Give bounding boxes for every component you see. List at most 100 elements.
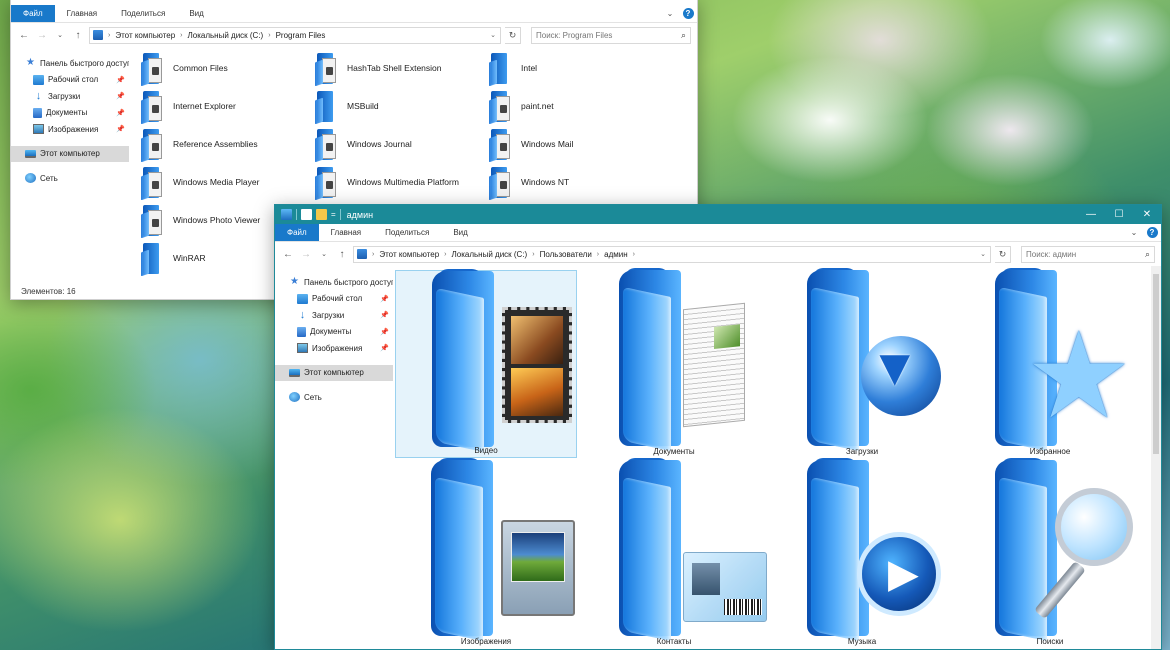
tab-file[interactable]: Файл <box>11 5 55 22</box>
breadcrumb-local-disk[interactable]: Локальный диск (C:) <box>452 250 528 259</box>
nav-downloads[interactable]: ↓ Загрузки 📌 <box>275 307 393 324</box>
nav-pictures[interactable]: Изображения 📌 <box>275 340 393 357</box>
nav-network[interactable]: Сеть <box>275 389 393 406</box>
refresh-button[interactable]: ↻ <box>505 26 521 44</box>
folder-item[interactable]: Internet Explorer <box>141 89 236 125</box>
folder-item[interactable]: Windows Mail <box>489 127 573 163</box>
path-dropdown-icon[interactable]: ⌄ <box>486 31 500 39</box>
folder-item[interactable]: Windows Journal <box>315 127 412 163</box>
nav-network[interactable]: Сеть <box>11 170 129 187</box>
nav-this-pc[interactable]: Этот компьютер <box>275 364 393 381</box>
folder-icon <box>141 127 163 163</box>
refresh-button[interactable]: ↻ <box>995 245 1011 263</box>
breadcrumb-program-files[interactable]: Program Files <box>276 31 326 40</box>
nav-documents[interactable]: Документы 📌 <box>275 324 393 341</box>
tab-home[interactable]: Главная <box>55 5 109 22</box>
folder-documents[interactable]: Документы <box>583 268 765 458</box>
downloads-folder-icon <box>807 268 941 452</box>
close-button[interactable]: ✕ <box>1133 205 1161 224</box>
breadcrumb-this-pc[interactable]: Этот компьютер <box>379 250 439 259</box>
breadcrumb-admin[interactable]: админ <box>604 250 628 259</box>
folder-item[interactable]: Windows NT <box>489 165 569 201</box>
help-icon[interactable]: ? <box>682 8 694 19</box>
recent-locations-icon[interactable]: ⌄ <box>53 31 67 39</box>
folder-contacts[interactable]: Контакты <box>583 458 767 648</box>
search-input[interactable] <box>1026 249 1145 259</box>
folder-icon <box>315 165 337 201</box>
ribbon-tabs: Файл Главная Поделиться Вид ⌄ ? <box>275 224 1161 242</box>
tab-view[interactable]: Вид <box>441 224 479 241</box>
folder-item[interactable]: Windows Multimedia Platform <box>315 165 459 201</box>
favorites-folder-icon: ★ <box>995 268 1133 452</box>
tab-share[interactable]: Поделиться <box>109 5 177 22</box>
new-folder-icon[interactable] <box>316 209 327 220</box>
folder-favorites[interactable]: ★ Избранное <box>959 268 1141 458</box>
customize-toolbar-icon[interactable]: = <box>331 210 336 219</box>
back-button[interactable]: ← <box>17 30 31 41</box>
path-field[interactable]: › Этот компьютер › Локальный диск (C:) ›… <box>353 245 991 263</box>
breadcrumb-local-disk[interactable]: Локальный диск (C:) <box>188 31 264 40</box>
pictures-folder-icon <box>431 458 575 642</box>
address-bar: ← → ⌄ ↑ › Этот компьютер › Локальный дис… <box>11 23 697 47</box>
folder-item[interactable]: Windows Media Player <box>141 165 259 201</box>
maximize-button[interactable]: ☐ <box>1105 205 1133 224</box>
vertical-scrollbar[interactable] <box>1151 266 1161 649</box>
folder-item[interactable]: Windows Photo Viewer <box>141 203 260 239</box>
minimize-button[interactable]: — <box>1077 205 1105 224</box>
explorer-window-admin[interactable]: = админ — ☐ ✕ Файл Главная Поделиться Ви… <box>274 204 1162 650</box>
tab-file[interactable]: Файл <box>275 224 319 241</box>
nav-quick-access[interactable]: ★ Панель быстрого доступа <box>275 274 393 291</box>
tab-home[interactable]: Главная <box>319 224 373 241</box>
forward-button[interactable]: → <box>35 30 49 41</box>
nav-quick-access[interactable]: ★ Панель быстрого доступа <box>11 55 129 72</box>
search-input[interactable] <box>536 30 681 40</box>
help-icon[interactable]: ? <box>1146 227 1158 238</box>
up-button[interactable]: ↑ <box>71 30 85 41</box>
ribbon-tabs: Файл Главная Поделиться Вид ⌄ ? <box>11 5 697 23</box>
music-folder-icon <box>807 458 941 642</box>
folder-searches[interactable]: Поиски <box>959 458 1141 648</box>
star-icon: ★ <box>290 276 299 288</box>
recent-locations-icon[interactable]: ⌄ <box>317 250 331 258</box>
nav-desktop[interactable]: Рабочий стол 📌 <box>11 72 129 89</box>
tab-view[interactable]: Вид <box>177 5 215 22</box>
folder-icon <box>141 241 163 277</box>
folder-item[interactable]: HashTab Shell Extension <box>315 51 442 87</box>
folder-item[interactable]: Reference Assemblies <box>141 127 258 163</box>
title-bar[interactable]: = админ — ☐ ✕ <box>275 205 1161 224</box>
nav-desktop[interactable]: Рабочий стол 📌 <box>275 291 393 308</box>
folder-item[interactable]: Common Files <box>141 51 228 87</box>
ribbon-expand-icon[interactable]: ⌄ <box>661 5 679 22</box>
search-box[interactable]: ⌕ <box>531 26 691 44</box>
up-button[interactable]: ↑ <box>335 249 349 260</box>
tab-share[interactable]: Поделиться <box>373 224 441 241</box>
properties-icon[interactable] <box>301 209 312 220</box>
nav-pictures[interactable]: Изображения 📌 <box>11 121 129 138</box>
folder-item[interactable]: paint.net <box>489 89 554 125</box>
folder-videos[interactable]: Видео <box>395 269 577 458</box>
ribbon-expand-icon[interactable]: ⌄ <box>1125 224 1143 241</box>
navigation-pane: ★ Панель быстрого доступа Рабочий стол 📌 ↓… <box>11 47 129 299</box>
nav-documents[interactable]: Документы 📌 <box>11 105 129 122</box>
path-field[interactable]: › Этот компьютер › Локальный диск (C:) ›… <box>89 26 501 44</box>
nav-downloads[interactable]: ↓ Загрузки 📌 <box>11 88 129 105</box>
folder-item[interactable]: WinRAR <box>141 241 206 277</box>
back-button[interactable]: ← <box>281 249 295 260</box>
nav-this-pc[interactable]: Этот компьютер <box>11 145 129 162</box>
forward-button[interactable]: → <box>299 249 313 260</box>
status-bar: Элементов: 16 <box>21 287 76 296</box>
path-dropdown-icon[interactable]: ⌄ <box>976 250 990 258</box>
breadcrumb-this-pc[interactable]: Этот компьютер <box>115 31 175 40</box>
folder-grid: Видео Документы Загрузки ★ Избранное Изо… <box>393 266 1161 649</box>
search-icon: ⌕ <box>680 29 686 40</box>
folder-music[interactable]: Музыка <box>771 458 953 648</box>
breadcrumb-users[interactable]: Пользователи <box>540 250 592 259</box>
search-box[interactable]: ⌕ <box>1021 245 1155 263</box>
folder-downloads[interactable]: Загрузки <box>771 268 953 458</box>
folder-pictures[interactable]: Изображения <box>395 458 577 648</box>
folder-icon <box>315 89 337 125</box>
folder-item[interactable]: Intel <box>489 51 537 87</box>
search-icon: ⌕ <box>1144 248 1150 259</box>
scrollbar-thumb[interactable] <box>1153 274 1159 454</box>
folder-item[interactable]: MSBuild <box>315 89 379 125</box>
